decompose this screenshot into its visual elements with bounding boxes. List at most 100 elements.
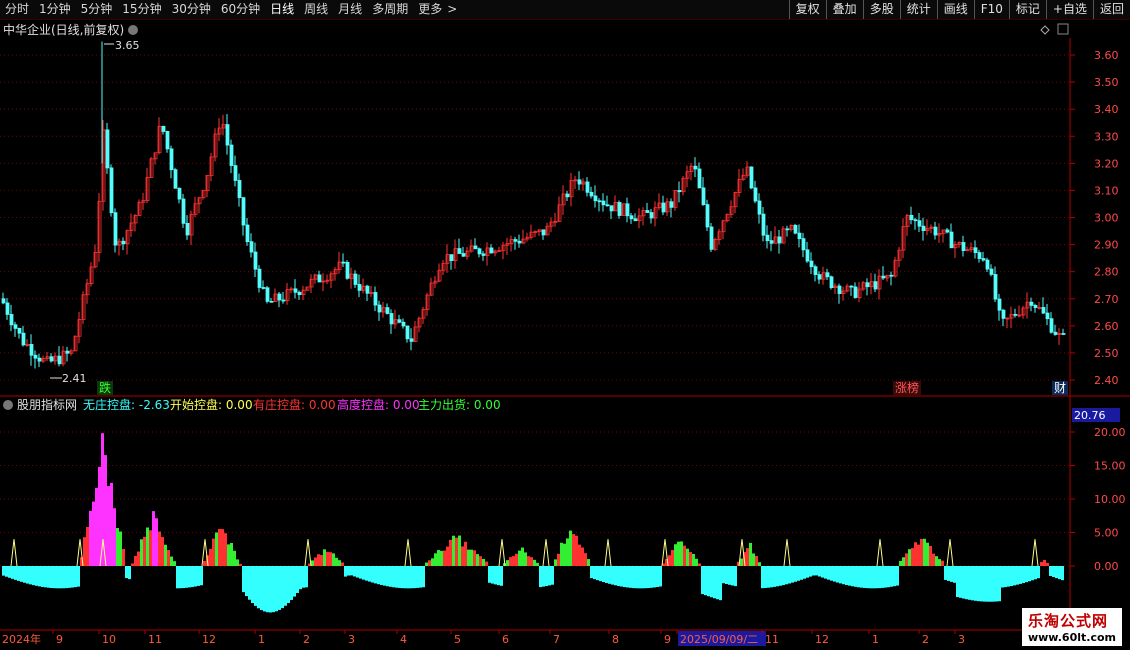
candle-body [33,354,38,359]
candle-body [37,357,42,362]
indicator-bar [995,566,998,602]
indicator-bar [263,566,266,612]
indicator-bar [782,566,785,586]
action-button-7[interactable]: +自选 [1045,0,1093,19]
indicator-bar [905,553,908,566]
indicator-bar [203,560,206,566]
period-tab-6[interactable]: 日线 [265,0,299,19]
indicator-bar [350,566,353,576]
indicator-bar [848,566,851,586]
period-tab-7[interactable]: 周线 [299,0,333,19]
indicator-bar [74,566,77,588]
indicator-menu-icon[interactable] [3,400,13,410]
indicator-bar [866,566,869,589]
period-tab-3[interactable]: 15分钟 [117,0,166,19]
candle-body [29,344,34,356]
indicator-bar [1052,566,1055,578]
indicator-bar [428,560,431,566]
candle-body [757,200,762,215]
indicator-bar [575,535,578,566]
date-label: 1 [872,633,879,646]
period-tab-8[interactable]: 月线 [333,0,367,19]
event-marker[interactable]: 涨榜 [895,380,919,395]
more-arrow-icon[interactable]: > [447,0,462,19]
period-tab-4[interactable]: 30分钟 [167,0,216,19]
indicator-bar [32,566,35,586]
panel-toggle-icon[interactable] [1057,23,1069,35]
indicator-bar [875,566,878,589]
candle-body [9,314,14,326]
period-tab-5[interactable]: 60分钟 [216,0,265,19]
indicator-bar [959,566,962,598]
indicator-bar [638,566,641,589]
indicator-bar [341,562,344,566]
candle-body [161,125,166,132]
title-dropdown-icon[interactable] [128,25,138,35]
action-button-8[interactable]: 返回 [1092,0,1130,19]
candle-body [785,228,790,231]
action-button-5[interactable]: F10 [973,0,1009,19]
indicator-bar [23,566,26,583]
candle-body [597,200,602,203]
candle-body [873,281,878,290]
indicator-bar [356,566,359,578]
candle-body [169,148,174,171]
date-label: 11 [148,633,162,646]
indicator-bar [410,566,413,589]
indicator-bar [770,566,773,588]
date-label: 9 [664,633,671,646]
indicator-bar [965,566,968,600]
indicator-bar [122,549,125,566]
period-tab-2[interactable]: 5分钟 [76,0,118,19]
chart-title: 中华企业(日线,前复权) [3,22,124,37]
action-button-0[interactable]: 复权 [788,0,826,19]
event-marker[interactable]: 财 [1054,381,1066,395]
indicator-bar [668,555,671,566]
indicator-bar [983,566,986,602]
start-control-spike [498,539,506,567]
indicator-bar [917,544,920,566]
indicator-bar [110,482,113,566]
indicator-bar [149,530,152,566]
legend-item: 开始控盘: 0.00 [170,397,253,412]
indicator-bar [386,566,389,587]
indicator-bar [326,551,329,566]
indicator-bar [131,563,134,566]
diamond-icon[interactable] [1040,25,1050,35]
indicator-bar [956,566,959,598]
candle-body [853,286,858,298]
indicator-bar [86,526,89,566]
period-tab-9[interactable]: 多周期 [367,0,413,19]
candle-body [317,274,322,283]
indicator-bar [974,566,977,601]
period-tab-10[interactable]: 更多 [413,0,447,19]
indicator-bar [185,566,188,588]
price-tick-label: 2.90 [1094,239,1119,252]
action-button-4[interactable]: 画线 [936,0,974,19]
candle-body [921,225,926,232]
indicator-bar [842,566,845,585]
indicator-tick-label: 5.00 [1094,527,1119,540]
candle-body [181,198,186,224]
indicator-bar [860,566,863,588]
date-label: 9 [56,633,63,646]
price-tick-label: 3.00 [1094,212,1119,225]
indicator-bar [332,553,335,566]
kline-chart[interactable]: 3.60 3.50 3.40 3.30 3.20 3.10 3.00 2.90 2.80 2.70… [0,20,1130,650]
candle-body [177,187,182,200]
indicator-bar [146,527,149,566]
legend-item: 无庄控盘: -2.63 [83,397,170,412]
action-button-2[interactable]: 多股 [862,0,900,19]
indicator-bar [998,566,1001,602]
indicator-bar [968,566,971,600]
indicator-bar [1055,566,1058,579]
candle-body [593,195,598,202]
period-tab-1[interactable]: 1分钟 [34,0,76,19]
candle-body [473,245,478,250]
action-button-1[interactable]: 叠加 [825,0,863,19]
action-button-6[interactable]: 标记 [1008,0,1046,19]
period-tab-0[interactable]: 分时 [0,0,34,19]
event-marker[interactable]: 跌 [99,380,111,395]
indicator-bar [329,552,332,566]
action-button-3[interactable]: 统计 [899,0,937,19]
